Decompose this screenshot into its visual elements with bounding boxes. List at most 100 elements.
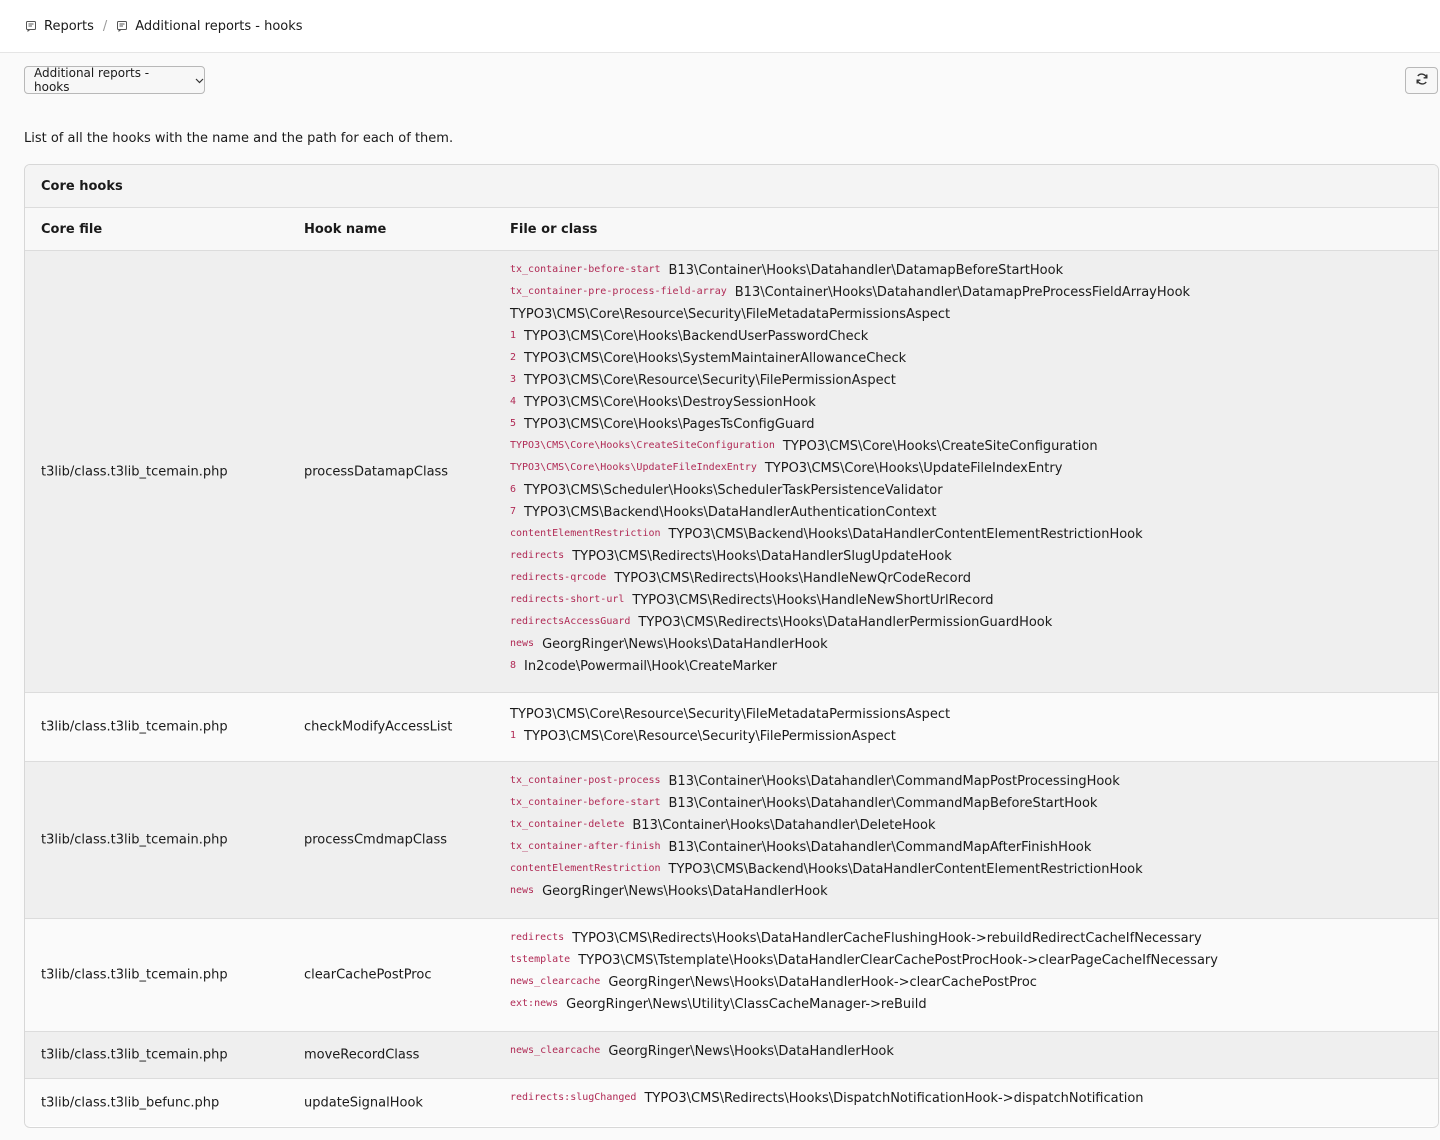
hook-class: TYPO3\CMS\Backend\Hooks\DataHandlerAuthe… — [524, 505, 937, 520]
hook-class: TYPO3\CMS\Redirects\Hooks\DataHandlerPer… — [638, 615, 1053, 630]
report-icon — [116, 20, 128, 32]
hook-class: TYPO3\CMS\Redirects\Hooks\HandleNewShort… — [632, 593, 994, 608]
hook-class: TYPO3\CMS\Core\Resource\Security\FileMet… — [510, 307, 951, 322]
hook-key: 6 — [510, 484, 517, 495]
intro-text: List of all the hooks with the name and … — [24, 131, 454, 146]
hook-name-cell: moveRecordClass — [304, 1047, 420, 1063]
table-row: t3lib/class.t3lib_befunc.php updateSignal… — [25, 1079, 1438, 1126]
file-or-class-cell: TYPO3\CMS\Core\Resource\Security\FileMet… — [510, 704, 950, 748]
hook-class: TYPO3\CMS\Core\Hooks\PagesTsConfigGuard — [524, 417, 815, 432]
hook-class: In2code\Powermail\Hook\CreateMarker — [524, 659, 778, 674]
hook-class: GeorgRinger\News\Hooks\DataHandlerHook — [542, 637, 828, 652]
core-file-cell: t3lib/class.t3lib_tcemain.php — [41, 1047, 228, 1063]
hook-entry: redirects-qrcode TYPO3\CMS\Redirects\Hook… — [510, 568, 1190, 590]
report-select-dropdown[interactable]: Additional reports - hooks — [24, 66, 205, 94]
hook-entry: redirects:slugChanged TYPO3\CMS\Redirects… — [510, 1088, 1144, 1110]
breadcrumb-current: Additional reports - hooks — [135, 18, 303, 34]
hook-key: 1 — [510, 730, 517, 741]
hook-key: redirects — [510, 550, 565, 561]
hook-entry: news GeorgRinger\News\Hooks\DataHandlerHo… — [510, 634, 1190, 656]
hook-class: B13\Container\Hooks\Datahandler\DatamapB… — [668, 263, 1064, 278]
hook-key: tx_container-delete — [510, 819, 625, 830]
column-header-core-file: Core file — [41, 221, 103, 237]
hook-key: 7 — [510, 506, 517, 517]
hook-key: tx_container-before-start — [510, 797, 661, 808]
column-header-hook-name: Hook name — [304, 221, 387, 237]
hook-name-cell: processDatamapClass — [304, 464, 449, 479]
hook-entry: news_clearcache GeorgRinger\News\Hooks\Da… — [510, 972, 1218, 994]
hook-entry: contentElementRestriction TYPO3\CMS\Backe… — [510, 524, 1190, 546]
hook-class: B13\Container\Hooks\Datahandler\DatamapP… — [734, 285, 1191, 300]
hook-class: B13\Container\Hooks\Datahandler\DeleteHo… — [632, 818, 936, 833]
table-row: t3lib/class.t3lib_tcemain.php clearCacheP… — [25, 919, 1438, 1032]
breadcrumb-reports-link[interactable]: Reports — [44, 19, 94, 34]
hook-entry: 6 TYPO3\CMS\Scheduler\Hooks\SchedulerTask… — [510, 480, 1190, 502]
hook-key: tx_container-after-finish — [510, 841, 661, 852]
hook-entry: TYPO3\CMS\Core\Hooks\CreateSiteConfigura… — [510, 436, 1190, 458]
core-file-cell: t3lib/class.t3lib_tcemain.php — [41, 464, 228, 479]
hook-entry: redirectsAccessGuard TYPO3\CMS\Redirects\… — [510, 612, 1190, 634]
hook-entry: 7 TYPO3\CMS\Backend\Hooks\DataHandlerAuth… — [510, 502, 1190, 524]
hook-entry: tx_container-after-finish B13\Container\H… — [510, 837, 1143, 859]
hook-class: TYPO3\CMS\Core\Resource\Security\FilePer… — [524, 373, 896, 388]
hook-entry: contentElementRestriction TYPO3\CMS\Backe… — [510, 859, 1143, 881]
dropdown-value: Additional reports - hooks — [34, 66, 150, 94]
hook-key: contentElementRestriction — [510, 528, 661, 539]
file-or-class-cell: redirects:slugChanged TYPO3\CMS\Redirects… — [510, 1088, 1144, 1110]
hook-class: TYPO3\CMS\Scheduler\Hooks\SchedulerTaskP… — [524, 483, 943, 498]
table-row: t3lib/class.t3lib_tcemain.php moveRecordC… — [25, 1032, 1438, 1079]
hook-class: TYPO3\CMS\Core\Hooks\SystemMaintainerAll… — [524, 351, 907, 366]
hook-entry: redirects TYPO3\CMS\Redirects\Hooks\DataH… — [510, 546, 1190, 568]
table-row: t3lib/class.t3lib_tcemain.php checkModify… — [25, 693, 1438, 762]
hook-entry: ext:news GeorgRinger\News\Utility\ClassCa… — [510, 994, 1218, 1016]
hook-key: redirects:slugChanged — [510, 1092, 637, 1103]
file-or-class-cell: redirects TYPO3\CMS\Redirects\Hooks\DataH… — [510, 928, 1218, 1016]
chevron-down-icon — [195, 73, 204, 87]
hook-class: TYPO3\CMS\Redirects\Hooks\HandleNewQrCod… — [614, 571, 971, 586]
hook-entry: tx_container-before-start B13\Container\H… — [510, 260, 1190, 282]
hook-key: tx_container-post-process — [510, 775, 661, 786]
hook-key: contentElementRestriction — [510, 863, 661, 874]
hook-name-cell: processCmdmapClass — [304, 832, 448, 848]
hook-class: TYPO3\CMS\Redirects\Hooks\DispatchNotifi… — [644, 1091, 1144, 1106]
hook-key: 5 — [510, 418, 517, 429]
hook-entry: tx_container-pre-process-field-array B13\… — [510, 282, 1190, 304]
hook-key: news_clearcache — [510, 976, 601, 987]
hook-entry: TYPO3\CMS\Core\Resource\Security\FileMet… — [510, 304, 1190, 326]
hook-class: TYPO3\CMS\Core\Resource\Security\FileMet… — [510, 707, 951, 722]
hook-entry: tx_container-post-process B13\Container\H… — [510, 771, 1143, 793]
hook-class: B13\Container\Hooks\Datahandler\CommandM… — [668, 796, 1098, 811]
hook-entry: TYPO3\CMS\Core\Resource\Security\FileMet… — [510, 704, 950, 726]
hook-class: TYPO3\CMS\Tstemplate\Hooks\DataHandlerCl… — [578, 953, 1218, 968]
hook-key: news_clearcache — [510, 1045, 601, 1056]
table-body: t3lib/class.t3lib_tcemain.php processData… — [25, 251, 1438, 1126]
core-file-cell: t3lib/class.t3lib_befunc.php — [41, 1095, 220, 1110]
hook-entry: 4 TYPO3\CMS\Core\Hooks\DestroySessionHook — [510, 392, 1190, 414]
hook-key: news — [510, 885, 535, 896]
hook-entry: tx_container-before-start B13\Container\H… — [510, 793, 1143, 815]
hook-class: TYPO3\CMS\Core\Hooks\UpdateFileIndexEntr… — [764, 461, 1063, 476]
panel-title: Core hooks — [25, 165, 1438, 208]
hook-class: GeorgRinger\News\Hooks\DataHandlerHook — [542, 884, 828, 899]
hook-class: TYPO3\CMS\Backend\Hooks\DataHandlerConte… — [668, 862, 1143, 877]
file-or-class-cell: tx_container-post-process B13\Container\H… — [510, 771, 1143, 903]
hook-name-cell: updateSignalHook — [304, 1095, 423, 1110]
table-row: t3lib/class.t3lib_tcemain.php processData… — [25, 251, 1438, 693]
hook-entry: tstemplate TYPO3\CMS\Tstemplate\Hooks\Dat… — [510, 950, 1218, 972]
top-bar: Reports / Additional reports - hooks — [0, 0, 1440, 53]
refresh-icon — [1415, 72, 1429, 90]
hook-entry: news GeorgRinger\News\Hooks\DataHandlerHo… — [510, 881, 1143, 903]
hook-class: GeorgRinger\News\Hooks\DataHandlerHook — [608, 1044, 894, 1059]
hook-key: 8 — [510, 660, 517, 671]
hook-entry: 5 TYPO3\CMS\Core\Hooks\PagesTsConfigGuard — [510, 414, 1190, 436]
hook-entry: 8 In2code\Powermail\Hook\CreateMarker — [510, 656, 1190, 678]
core-hooks-panel: Core hooks Core file Hook name File or c… — [24, 164, 1439, 1128]
hook-key: TYPO3\CMS\Core\Hooks\CreateSiteConfigura… — [510, 440, 775, 451]
hook-entry: tx_container-delete B13\Container\Hooks\D… — [510, 815, 1143, 837]
hook-class: GeorgRinger\News\Hooks\DataHandlerHook->… — [608, 975, 1037, 990]
hook-class: TYPO3\CMS\Backend\Hooks\DataHandlerConte… — [668, 527, 1143, 542]
hook-entry: 1 TYPO3\CMS\Core\Hooks\BackendUserPasswor… — [510, 326, 1190, 348]
hook-key: 4 — [510, 396, 517, 407]
hook-class: TYPO3\CMS\Core\Hooks\CreateSiteConfigura… — [782, 439, 1098, 454]
refresh-button[interactable] — [1405, 67, 1438, 94]
